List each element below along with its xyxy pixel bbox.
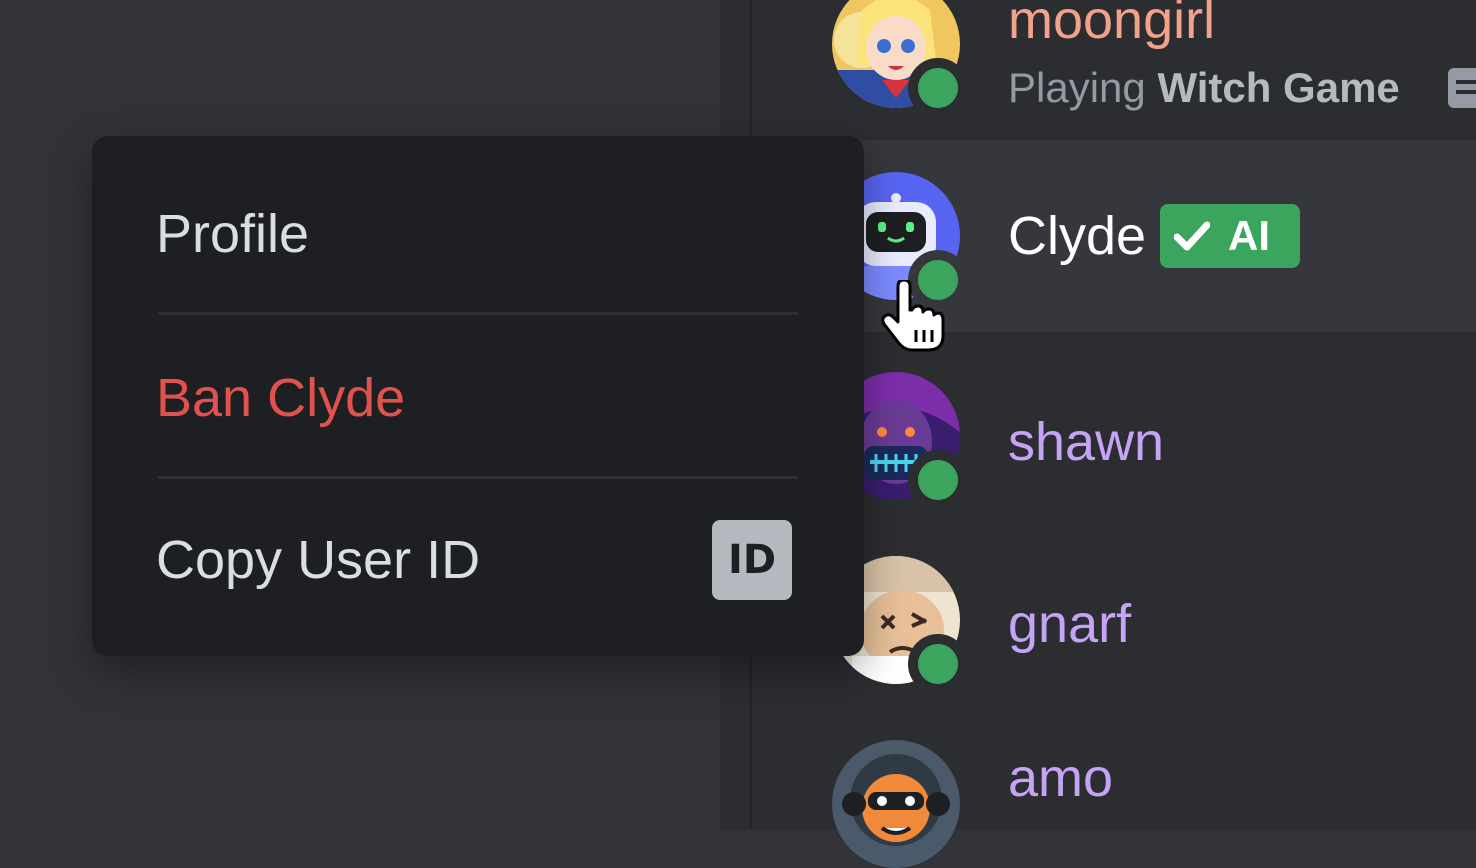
id-icon: ID [712,520,792,600]
member-row-clyde[interactable]: Clyde AI [768,140,1476,332]
menu-item-copy-user-id[interactable]: Copy User ID ID [92,472,864,636]
ai-bot-badge: AI [1160,204,1300,268]
member-row-amo[interactable]: amo [768,716,1476,868]
activity-name: Witch Game [1157,64,1400,111]
member-name: gnarf [1008,594,1132,654]
online-status-icon [908,450,968,510]
member-row-shawn[interactable]: shawn [768,332,1476,516]
member-name: amo [1008,748,1114,808]
rich-presence-icon [1448,68,1476,108]
online-status-icon [908,58,968,118]
menu-item-profile[interactable]: Profile [92,136,864,300]
activity-prefix: Playing [1008,64,1146,111]
checkmark-icon [1174,221,1210,251]
online-status-icon [908,634,968,694]
user-context-menu: Profile Ban Clyde Copy User ID ID [92,136,864,656]
ai-badge-label: AI [1228,212,1270,259]
member-name: shawn [1008,412,1165,472]
member-activity: Playing Witch Game [1008,64,1400,112]
menu-item-ban-user[interactable]: Ban Clyde [92,314,864,478]
hand-pointer-cursor-icon [881,280,945,352]
member-row-moongirl[interactable]: moongirl Playing Witch Game [768,0,1476,140]
member-list: moongirl Playing Witch Game Clyde AI sha… [768,0,1476,868]
menu-item-label: Ban Clyde [156,368,406,428]
member-name: Clyde [1008,206,1147,266]
avatar [832,740,960,868]
menu-item-label: Copy User ID [156,530,481,590]
member-name: moongirl [1008,0,1216,50]
member-row-gnarf[interactable]: gnarf [768,516,1476,716]
menu-item-label: Profile [156,204,310,264]
